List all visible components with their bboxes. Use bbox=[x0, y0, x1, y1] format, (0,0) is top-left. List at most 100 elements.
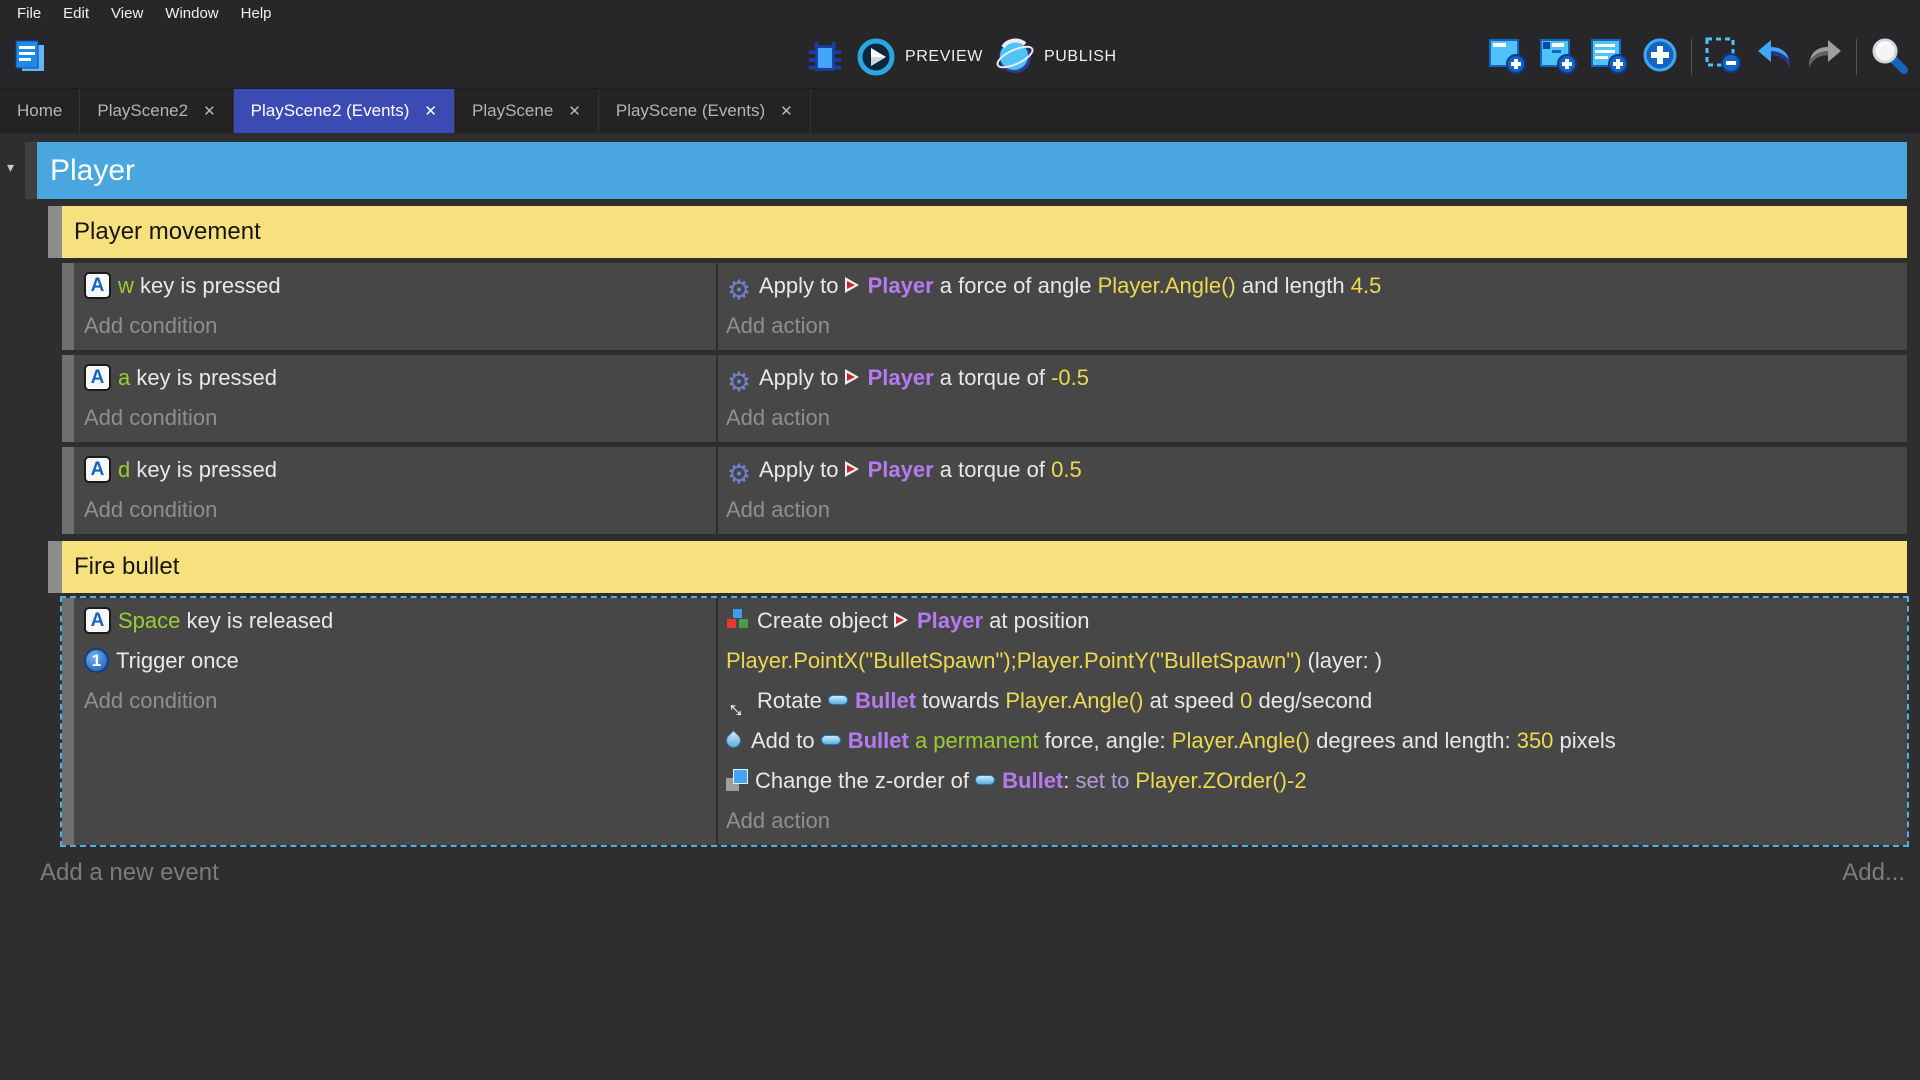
event-row[interactable]: Aa key is pressedAdd conditionApply to P… bbox=[62, 355, 1907, 442]
menu-bar: File Edit View Window Help bbox=[0, 0, 1920, 26]
tab-label: PlayScene2 bbox=[97, 101, 189, 120]
bullet-object-icon bbox=[975, 775, 996, 786]
project-manager-icon bbox=[15, 40, 44, 71]
menu-item-view[interactable]: View bbox=[100, 1, 154, 26]
add-action-button[interactable]: Add action bbox=[726, 490, 1907, 530]
delete-selection-button[interactable] bbox=[1703, 35, 1743, 80]
trigger-once-icon: 1 bbox=[84, 647, 109, 673]
group-fold-caret-icon[interactable]: ▾ bbox=[7, 159, 14, 176]
action[interactable]: Apply to Player a torque of 0.5 bbox=[726, 450, 1907, 490]
text-segment: set to bbox=[1075, 768, 1136, 793]
undo-button[interactable] bbox=[1754, 35, 1794, 80]
menu-item-edit[interactable]: Edit bbox=[52, 1, 100, 26]
text-segment: at speed bbox=[1143, 688, 1241, 713]
menu-item-file[interactable]: File bbox=[6, 1, 52, 26]
event-drag-strip[interactable] bbox=[62, 355, 74, 442]
action[interactable]: Create object Player at position bbox=[726, 601, 1907, 641]
tab-home[interactable]: Home bbox=[0, 89, 81, 133]
add-condition-button[interactable]: Add condition bbox=[84, 681, 716, 721]
event-drag-strip[interactable] bbox=[62, 447, 74, 534]
text-segment: Player.Angle() bbox=[1005, 688, 1144, 713]
action[interactable]: Player.PointX("BulletSpawn");Player.Poin… bbox=[726, 641, 1907, 681]
tab-close-icon[interactable]: ✕ bbox=[780, 102, 793, 120]
tab-playscene[interactable]: PlayScene ✕ bbox=[455, 89, 599, 133]
add-condition-button[interactable]: Add condition bbox=[84, 490, 716, 530]
condition[interactable]: 1 Trigger once bbox=[84, 641, 716, 681]
event-drag-strip[interactable] bbox=[62, 598, 74, 845]
add-new-event-button[interactable]: Add a new event bbox=[40, 859, 219, 887]
toolbar-separator bbox=[1856, 39, 1857, 75]
text-segment: Player.ZOrder()-2 bbox=[1135, 768, 1307, 793]
bullet-object-icon bbox=[827, 695, 848, 706]
text-segment: towards bbox=[916, 688, 1006, 713]
text-segment: Apply to bbox=[759, 365, 845, 390]
conditions-cell: Aa key is pressed Add condition bbox=[74, 355, 718, 442]
add-action-button[interactable]: Add action bbox=[726, 306, 1907, 346]
text-segment: Player.Angle() bbox=[1171, 728, 1310, 753]
group-drag-strip[interactable] bbox=[25, 142, 37, 199]
menu-item-window[interactable]: Window bbox=[154, 1, 229, 26]
event-drag-strip[interactable] bbox=[62, 263, 74, 350]
text-segment: Player.Angle() bbox=[1097, 273, 1236, 298]
text-segment: 4.5 bbox=[1350, 273, 1382, 298]
action[interactable]: Apply to Player a torque of -0.5 bbox=[726, 358, 1907, 398]
action[interactable]: Change the z-order of Bullet: set to Pla… bbox=[726, 761, 1907, 801]
text-segment: 0.5 bbox=[1051, 457, 1082, 482]
tab-close-icon[interactable]: ✕ bbox=[568, 102, 581, 120]
add-event-button[interactable] bbox=[1487, 35, 1527, 80]
add-action-button[interactable]: Add action bbox=[726, 801, 1907, 841]
text-segment: Player bbox=[867, 365, 934, 390]
menu-item-help[interactable]: Help bbox=[230, 1, 283, 26]
text-segment: Bullet bbox=[854, 688, 917, 713]
add-sub-event-button[interactable] bbox=[1538, 35, 1578, 80]
comment-drag-strip[interactable] bbox=[48, 206, 62, 258]
add-comment-button[interactable] bbox=[1589, 35, 1629, 80]
conditions-cell: Aw key is pressed Add condition bbox=[74, 263, 718, 350]
text-segment: Player.PointX("BulletSpawn");Player.Poin… bbox=[726, 648, 1302, 673]
text-segment: Player bbox=[916, 608, 984, 633]
comment-row[interactable]: Fire bullet bbox=[48, 541, 1907, 593]
event-group-row: Player bbox=[25, 142, 1907, 199]
text-segment: and length bbox=[1235, 273, 1351, 298]
rotate-icon bbox=[726, 688, 750, 712]
search-button[interactable] bbox=[1868, 35, 1908, 80]
actions-cell: Apply to Player a torque of 0.5Add actio… bbox=[718, 447, 1907, 534]
tab-close-icon[interactable]: ✕ bbox=[203, 102, 216, 120]
preview-button[interactable]: PREVIEW bbox=[856, 37, 983, 77]
action[interactable]: Apply to Player a force of angle Player.… bbox=[726, 266, 1907, 306]
add-new-button[interactable] bbox=[1640, 35, 1680, 80]
debug-button[interactable] bbox=[806, 38, 844, 76]
tab-playscene2-events[interactable]: PlayScene2 (Events) ✕ bbox=[233, 89, 455, 133]
event-row[interactable]: A Space key is released 1 Trigger once Add c… bbox=[60, 596, 1909, 847]
action[interactable]: Rotate Bullet towards Player.Angle() at … bbox=[726, 681, 1907, 721]
delete-selection-icon bbox=[1705, 37, 1741, 73]
tab-playscene2[interactable]: PlayScene2 ✕ bbox=[80, 89, 234, 133]
event-row[interactable]: Ad key is pressedAdd conditionApply to P… bbox=[62, 447, 1907, 534]
text-segment: Bullet bbox=[847, 728, 909, 753]
text-segment: Change the z-order of bbox=[755, 768, 976, 793]
create-object-icon bbox=[726, 609, 750, 631]
condition[interactable]: A Space key is released bbox=[84, 601, 716, 641]
condition[interactable]: Ad key is pressed bbox=[84, 450, 716, 490]
group-header[interactable]: Player bbox=[37, 142, 1907, 199]
action[interactable]: Add to Bullet a permanent force, angle: … bbox=[722, 721, 1907, 761]
add-action-button[interactable]: Add action bbox=[726, 398, 1907, 438]
publish-globe-icon bbox=[996, 38, 1034, 73]
condition[interactable]: Aw key is pressed bbox=[84, 266, 716, 306]
tab-close-icon[interactable]: ✕ bbox=[424, 102, 437, 120]
redo-button[interactable] bbox=[1805, 35, 1845, 80]
project-manager-button[interactable] bbox=[10, 37, 50, 77]
condition[interactable]: Aa key is pressed bbox=[84, 358, 716, 398]
event-row[interactable]: Aw key is pressedAdd conditionApply to P… bbox=[62, 263, 1907, 350]
comment-row[interactable]: Player movement bbox=[48, 206, 1907, 258]
tab-playscene-events[interactable]: PlayScene (Events) ✕ bbox=[599, 89, 811, 133]
text-segment: degrees and length: bbox=[1309, 728, 1517, 753]
tab-label: Home bbox=[17, 101, 63, 120]
add-more-button[interactable]: Add... bbox=[1842, 859, 1905, 887]
publish-button[interactable]: PUBLISH bbox=[995, 37, 1117, 77]
add-condition-button[interactable]: Add condition bbox=[84, 398, 716, 438]
actions-cell: Apply to Player a torque of -0.5Add acti… bbox=[718, 355, 1907, 442]
toolbar: PREVIEW PUBLISH bbox=[0, 26, 1920, 88]
comment-drag-strip[interactable] bbox=[48, 541, 62, 593]
add-condition-button[interactable]: Add condition bbox=[84, 306, 716, 346]
